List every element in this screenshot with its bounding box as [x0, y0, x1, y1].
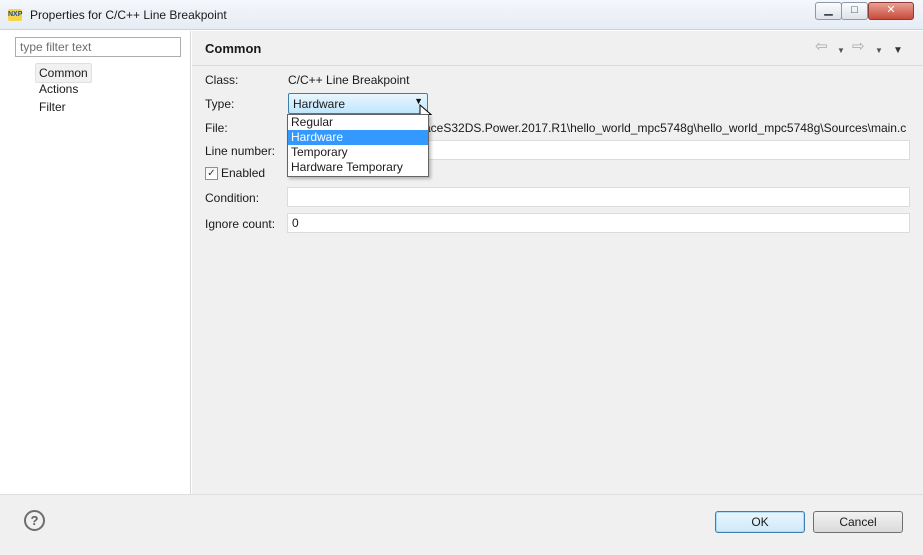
file-label: File: [205, 121, 228, 135]
type-option-regular[interactable]: Regular [288, 115, 428, 130]
line-number-label: Line number: [205, 144, 276, 158]
cancel-button[interactable]: Cancel [813, 511, 903, 533]
class-value: C/C++ Line Breakpoint [288, 73, 410, 87]
ignore-count-field[interactable]: 0 [287, 213, 910, 233]
type-combo[interactable]: Hardware ▼ [288, 93, 428, 114]
forward-arrow-icon[interactable]: ⇨ [852, 39, 865, 55]
type-combo-value: Hardware [293, 97, 346, 111]
enabled-label[interactable]: Enabled [221, 166, 265, 180]
checkmark-icon: ✓ [207, 168, 216, 179]
type-label: Type: [205, 97, 235, 111]
help-icon[interactable]: ? [24, 510, 45, 531]
file-path-value: aceS32DS.Power.2017.R1\hello_world_mpc57… [424, 121, 907, 135]
close-button[interactable]: ✕ [868, 2, 914, 20]
ok-button[interactable]: OK [715, 511, 805, 533]
nxp-logo-icon: NXP [8, 9, 22, 21]
type-option-temporary[interactable]: Temporary [288, 145, 428, 160]
page-header: Common ⇦ ▼ ⇨ ▼ ▼ [192, 31, 923, 66]
ignore-count-label: Ignore count: [205, 217, 276, 231]
back-arrow-icon[interactable]: ⇦ [815, 39, 828, 55]
back-menu-icon[interactable]: ▼ [837, 43, 845, 59]
type-option-hardware[interactable]: Hardware [288, 130, 428, 145]
minimize-button[interactable]: ▁ [815, 2, 842, 20]
window-title: Properties for C/C++ Line Breakpoint [30, 8, 227, 22]
page-title: Common [205, 41, 262, 56]
type-dropdown-list: Regular Hardware Temporary Hardware Temp… [287, 114, 429, 177]
nav-item-common[interactable]: Common [35, 63, 92, 83]
enabled-checkbox[interactable]: ✓ [205, 167, 218, 180]
forward-menu-icon[interactable]: ▼ [875, 43, 883, 59]
view-menu-icon[interactable]: ▼ [893, 43, 903, 59]
condition-field[interactable] [287, 187, 910, 207]
nav-item-actions[interactable]: Actions [39, 81, 78, 97]
properties-page: Common ⇦ ▼ ⇨ ▼ ▼ Class: C/C++ Line Break… [192, 31, 923, 494]
dialog-button-bar: ? OK Cancel [0, 494, 923, 555]
title-bar: NXP Properties for C/C++ Line Breakpoint… [0, 0, 923, 30]
properties-nav-pane: Common Actions Filter [0, 31, 191, 494]
filter-input[interactable] [15, 37, 181, 57]
condition-label: Condition: [205, 191, 260, 205]
maximize-button[interactable]: □ [841, 2, 868, 20]
class-label: Class: [205, 73, 239, 87]
nav-item-filter[interactable]: Filter [39, 99, 66, 115]
type-option-hardware-temporary[interactable]: Hardware Temporary [288, 160, 428, 175]
